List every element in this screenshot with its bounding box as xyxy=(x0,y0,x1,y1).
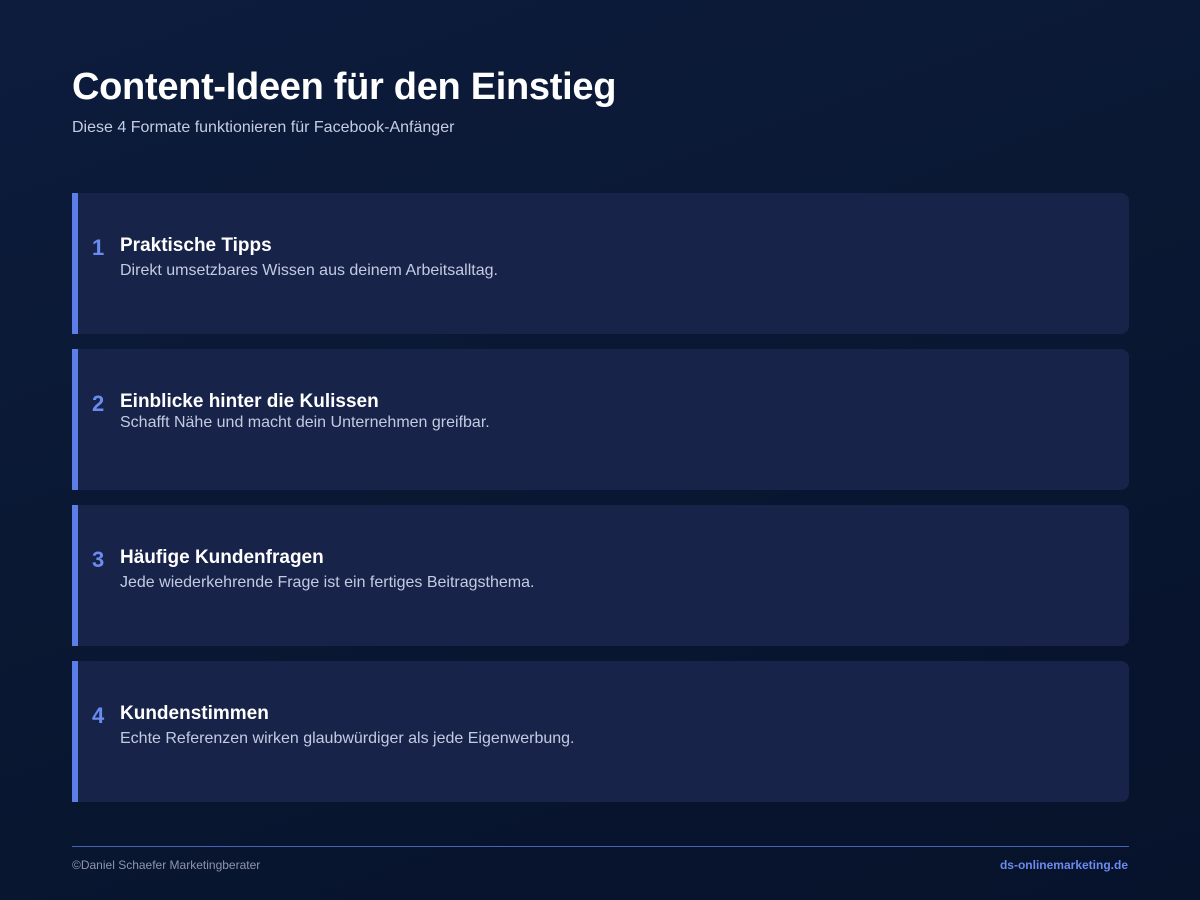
card-title: Häufige Kundenfragen xyxy=(120,547,324,568)
card-description: Schafft Nähe und macht dein Unternehmen … xyxy=(120,414,490,431)
content-idea-card-2: 2 Einblicke hinter die Kulissen Schafft … xyxy=(72,349,1129,490)
card-title: Einblicke hinter die Kulissen xyxy=(120,391,379,412)
card-number: 1 xyxy=(92,235,105,260)
content-idea-card-1: 1 Praktische Tipps Direkt umsetzbares Wi… xyxy=(72,193,1129,334)
card-number: 2 xyxy=(92,391,105,416)
slide: Content-Ideen für den Einstieg Diese 4 F… xyxy=(0,0,1200,900)
page-title: Content-Ideen für den Einstieg xyxy=(72,66,617,108)
card-description: Echte Referenzen wirken glaubwürdiger al… xyxy=(120,730,575,747)
card-title: Kundenstimmen xyxy=(120,703,269,724)
page-subtitle: Diese 4 Formate funktionieren für Facebo… xyxy=(72,119,455,136)
content-idea-card-4: 4 Kundenstimmen Echte Referenzen wirken … xyxy=(72,661,1129,802)
card-number: 4 xyxy=(92,703,105,728)
footer-website-link[interactable]: ds-onlinemarketing.de xyxy=(1000,858,1128,872)
card-title: Praktische Tipps xyxy=(120,235,272,256)
footer-copyright: ©Daniel Schaefer Marketingberater xyxy=(72,858,261,872)
card-description: Jede wiederkehrende Frage ist ein fertig… xyxy=(120,574,535,591)
footer-divider xyxy=(72,846,1129,847)
card-description: Direkt umsetzbares Wissen aus deinem Arb… xyxy=(120,262,498,279)
content-idea-card-3: 3 Häufige Kundenfragen Jede wiederkehren… xyxy=(72,505,1129,646)
card-number: 3 xyxy=(92,547,105,572)
